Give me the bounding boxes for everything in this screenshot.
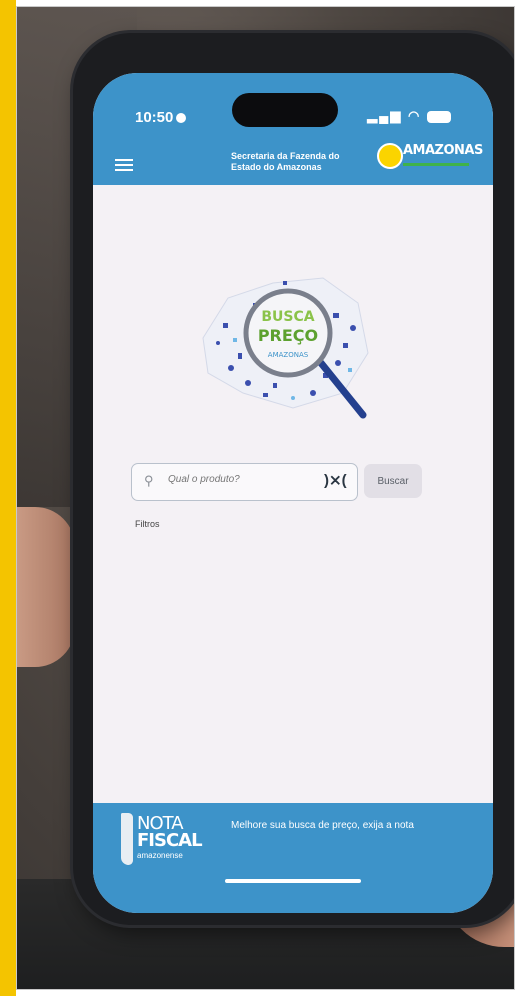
preco-text: PREÇO xyxy=(258,326,318,345)
footer-message: Melhore sua busca de preço, exija a nota xyxy=(231,820,414,831)
busca-preco-logo: BUSCA PREÇO AMAZONAS xyxy=(202,277,369,419)
nota-fiscal-logo: NOTA FISCAL amazonense xyxy=(121,813,217,865)
signal-icon: ▂▄▆ xyxy=(367,108,403,123)
search-field[interactable]: ⚲ )⨯( xyxy=(131,463,358,501)
amazonas-emblem-icon xyxy=(377,143,403,169)
amazonense-text: amazonense xyxy=(137,851,183,860)
logo-underline xyxy=(403,163,469,166)
busca-text: BUSCA xyxy=(261,309,314,325)
search-input[interactable] xyxy=(168,474,308,485)
smartphone: 10:50 ▂▄▆ ◠ Secretaria da Fazenda do Est… xyxy=(73,33,514,925)
wifi-icon: ◠ xyxy=(408,108,422,123)
photo-background: 10:50 ▂▄▆ ◠ Secretaria da Fazenda do Est… xyxy=(16,6,515,990)
amazonas-logo-text: AMAZONAS xyxy=(403,143,483,158)
amazonas-logo: AMAZONAS xyxy=(377,141,483,175)
dynamic-island xyxy=(232,93,338,127)
barcode-scan-icon[interactable]: )⨯( xyxy=(324,471,347,489)
photo-frame: 10:50 ▂▄▆ ◠ Secretaria da Fazenda do Est… xyxy=(0,0,519,996)
home-indicator[interactable] xyxy=(225,879,361,883)
status-time: 10:50 xyxy=(135,109,187,126)
app-header: 10:50 ▂▄▆ ◠ Secretaria da Fazenda do Est… xyxy=(93,73,493,185)
amazonas-state-icon xyxy=(121,813,133,865)
left-thumb xyxy=(17,507,75,667)
buscar-button[interactable]: Buscar xyxy=(364,464,422,498)
search-icon: ⚲ xyxy=(144,473,154,488)
amazonas-small-text: AMAZONAS xyxy=(268,351,309,359)
battery-icon xyxy=(427,110,451,123)
hamburger-menu-icon[interactable] xyxy=(115,159,133,171)
search-bar: ⚲ )⨯( Buscar xyxy=(131,463,431,503)
yellow-border-strip xyxy=(0,0,16,996)
filters-link[interactable]: Filtros xyxy=(135,519,160,529)
agency-name: Secretaria da Fazenda do Estado do Amazo… xyxy=(231,151,340,172)
phone-screen: 10:50 ▂▄▆ ◠ Secretaria da Fazenda do Est… xyxy=(93,73,493,913)
status-icons: ▂▄▆ ◠ xyxy=(367,108,451,124)
fiscal-text: FISCAL xyxy=(137,830,203,851)
status-dot-icon xyxy=(176,113,187,124)
app-footer-banner[interactable]: NOTA FISCAL amazonense Melhore sua busca… xyxy=(93,803,493,913)
status-time-text: 10:50 xyxy=(135,109,174,126)
